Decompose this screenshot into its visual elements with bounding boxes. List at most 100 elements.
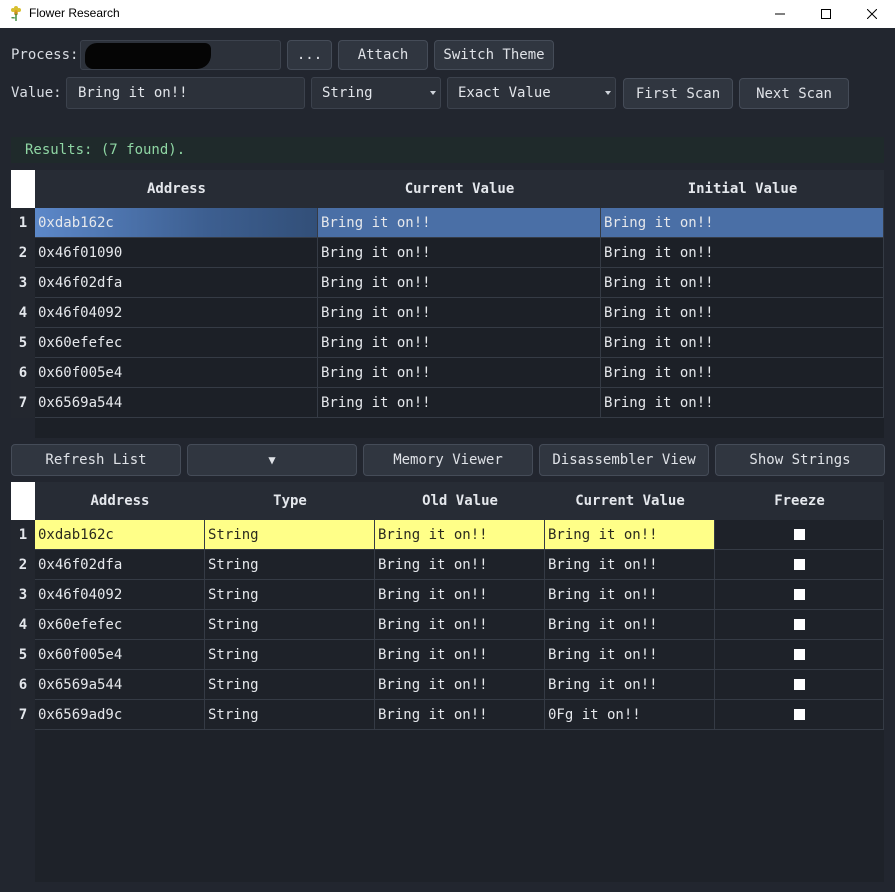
watch-cell-current[interactable]: Bring it on!! [545, 670, 715, 700]
minimize-icon [775, 13, 785, 15]
freeze-checkbox[interactable] [793, 679, 805, 690]
watch-col-address[interactable]: Address [35, 482, 205, 520]
watch-col-freeze[interactable]: Freeze [715, 482, 884, 520]
refresh-list-button[interactable]: Refresh List [11, 444, 181, 476]
memory-viewer-button[interactable]: Memory Viewer [363, 444, 533, 476]
watch-cell-address[interactable]: 0xdab162c [35, 520, 205, 550]
watch-cell-type[interactable]: String [205, 580, 375, 610]
watch-cell-address[interactable]: 0x60efefec [35, 610, 205, 640]
results-cell-initial[interactable]: Bring it on!! [601, 358, 884, 388]
watch-cell-old[interactable]: Bring it on!! [375, 550, 545, 580]
disassembler-view-button[interactable]: Disassembler View [539, 444, 709, 476]
freeze-cell [715, 610, 884, 640]
watch-cell-old[interactable]: Bring it on!! [375, 670, 545, 700]
maximize-button[interactable] [803, 0, 849, 28]
results-cell-address[interactable]: 0x60f005e4 [35, 358, 318, 388]
process-input[interactable] [80, 40, 281, 70]
watch-cell-old[interactable]: Bring it on!! [375, 610, 545, 640]
row-number: 5 [11, 328, 35, 358]
watch-cell-type[interactable]: String [205, 640, 375, 670]
show-strings-button[interactable]: Show Strings [715, 444, 885, 476]
watch-cell-address[interactable]: 0x6569ad9c [35, 700, 205, 730]
title-bar: Flower Research [0, 0, 895, 28]
type-select-value: String [322, 85, 373, 101]
results-cell-initial[interactable]: Bring it on!! [601, 238, 884, 268]
row-number: 7 [11, 388, 35, 418]
options-dropdown-button[interactable]: ▼ [187, 444, 357, 476]
results-cell-address[interactable]: 0x46f04092 [35, 298, 318, 328]
watch-cell-current[interactable]: Bring it on!! [545, 610, 715, 640]
results-col-current[interactable]: Current Value [318, 170, 601, 208]
watch-cell-current[interactable]: Bring it on!! [545, 520, 715, 550]
type-select[interactable]: String [311, 77, 441, 109]
watch-cell-address[interactable]: 0x46f02dfa [35, 550, 205, 580]
browse-process-button[interactable]: ... [287, 40, 332, 70]
results-cell-initial[interactable]: Bring it on!! [601, 208, 884, 238]
freeze-checkbox[interactable] [793, 559, 805, 570]
results-cell-address[interactable]: 0x6569a544 [35, 388, 318, 418]
scan-mode-select[interactable]: Exact Value [447, 77, 616, 109]
row-number: 2 [11, 238, 35, 268]
value-label: Value: [11, 85, 62, 101]
results-cell-initial[interactable]: Bring it on!! [601, 328, 884, 358]
watch-col-current[interactable]: Current Value [545, 482, 715, 520]
watch-cell-old[interactable]: Bring it on!! [375, 640, 545, 670]
freeze-checkbox[interactable] [793, 619, 805, 630]
watch-cell-type[interactable]: String [205, 670, 375, 700]
freeze-cell [715, 580, 884, 610]
results-col-initial[interactable]: Initial Value [601, 170, 884, 208]
results-cell-address[interactable]: 0x46f01090 [35, 238, 318, 268]
results-cell-address[interactable]: 0xdab162c [35, 208, 318, 238]
dropdown-arrow-icon: ▼ [268, 453, 276, 467]
freeze-checkbox[interactable] [793, 649, 805, 660]
results-cell-current[interactable]: Bring it on!! [318, 328, 601, 358]
process-label: Process: [11, 47, 79, 63]
attach-button[interactable]: Attach [338, 40, 428, 70]
watch-col-old[interactable]: Old Value [375, 482, 545, 520]
watch-cell-current[interactable]: Bring it on!! [545, 580, 715, 610]
results-cell-current[interactable]: Bring it on!! [318, 268, 601, 298]
results-cell-current[interactable]: Bring it on!! [318, 238, 601, 268]
results-table: Address Current Value Initial Value 1 0xd… [11, 170, 884, 438]
results-cell-current[interactable]: Bring it on!! [318, 208, 601, 238]
watch-cell-address[interactable]: 0x46f04092 [35, 580, 205, 610]
watch-cell-old[interactable]: Bring it on!! [375, 700, 545, 730]
freeze-checkbox[interactable] [793, 529, 805, 540]
results-cell-current[interactable]: Bring it on!! [318, 388, 601, 418]
watch-cell-type[interactable]: String [205, 550, 375, 580]
switch-theme-button[interactable]: Switch Theme [434, 40, 554, 70]
results-cell-current[interactable]: Bring it on!! [318, 298, 601, 328]
results-cell-initial[interactable]: Bring it on!! [601, 298, 884, 328]
close-icon [867, 9, 877, 19]
freeze-cell [715, 700, 884, 730]
close-button[interactable] [849, 0, 895, 28]
results-status: Results: (7 found). [11, 137, 884, 163]
watch-cell-current[interactable]: Bring it on!! [545, 550, 715, 580]
watch-cell-current[interactable]: Bring it on!! [545, 640, 715, 670]
freeze-checkbox[interactable] [793, 709, 805, 720]
watch-cell-address[interactable]: 0x60f005e4 [35, 640, 205, 670]
window-title: Flower Research [29, 6, 120, 20]
row-number: 2 [11, 550, 35, 580]
results-cell-initial[interactable]: Bring it on!! [601, 388, 884, 418]
watch-col-type[interactable]: Type [205, 482, 375, 520]
watch-cell-type[interactable]: String [205, 610, 375, 640]
results-cell-address[interactable]: 0x60efefec [35, 328, 318, 358]
watch-cell-old[interactable]: Bring it on!! [375, 580, 545, 610]
results-cell-current[interactable]: Bring it on!! [318, 358, 601, 388]
value-input[interactable]: Bring it on!! [66, 77, 305, 109]
watch-cell-type[interactable]: String [205, 520, 375, 550]
watch-cell-address[interactable]: 0x6569a544 [35, 670, 205, 700]
next-scan-button[interactable]: Next Scan [739, 78, 849, 109]
watch-cell-old[interactable]: Bring it on!! [375, 520, 545, 550]
results-col-address[interactable]: Address [35, 170, 318, 208]
watch-cell-type[interactable]: String [205, 700, 375, 730]
results-cell-initial[interactable]: Bring it on!! [601, 268, 884, 298]
row-number: 3 [11, 268, 35, 298]
first-scan-button[interactable]: First Scan [623, 78, 733, 109]
freeze-cell [715, 640, 884, 670]
results-cell-address[interactable]: 0x46f02dfa [35, 268, 318, 298]
freeze-checkbox[interactable] [793, 589, 805, 600]
minimize-button[interactable] [757, 0, 803, 28]
watch-cell-current[interactable]: 0Fg it on!! [545, 700, 715, 730]
